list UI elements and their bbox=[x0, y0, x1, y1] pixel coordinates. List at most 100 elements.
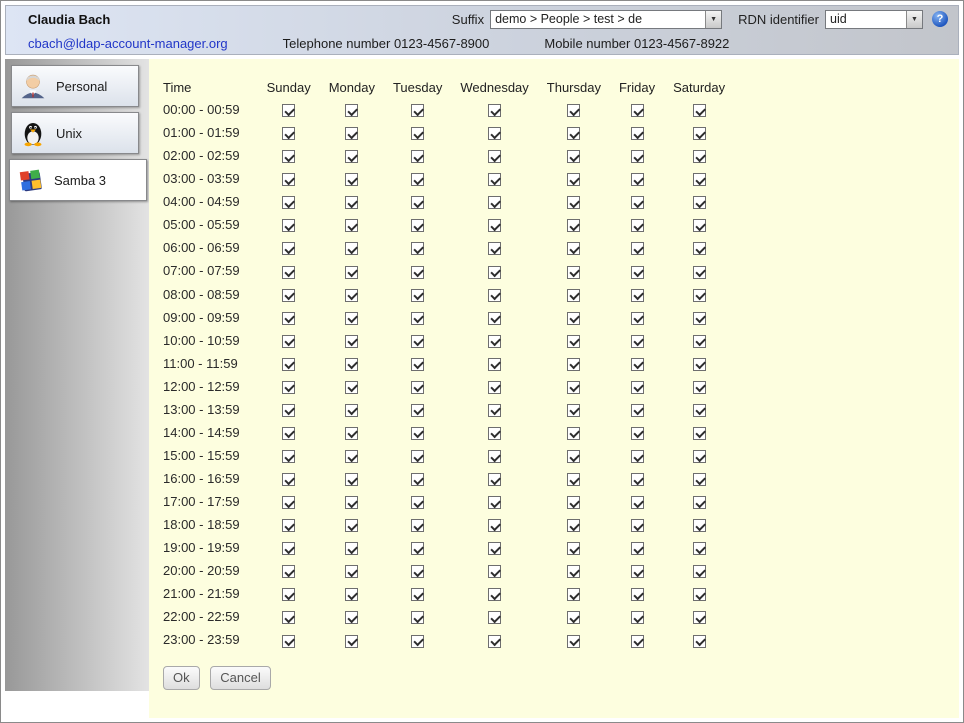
logon-hour-checkbox[interactable] bbox=[567, 404, 580, 417]
logon-hour-checkbox[interactable] bbox=[345, 312, 358, 325]
rdn-identifier-select[interactable]: uid ▼ bbox=[825, 10, 923, 29]
logon-hour-checkbox[interactable] bbox=[345, 404, 358, 417]
logon-hour-checkbox[interactable] bbox=[488, 519, 501, 532]
logon-hour-checkbox[interactable] bbox=[282, 404, 295, 417]
help-icon[interactable]: ? bbox=[932, 11, 948, 27]
logon-hour-checkbox[interactable] bbox=[567, 219, 580, 232]
logon-hour-checkbox[interactable] bbox=[488, 127, 501, 140]
logon-hour-checkbox[interactable] bbox=[282, 496, 295, 509]
logon-hour-checkbox[interactable] bbox=[693, 450, 706, 463]
logon-hour-checkbox[interactable] bbox=[693, 173, 706, 186]
logon-hour-checkbox[interactable] bbox=[567, 312, 580, 325]
logon-hour-checkbox[interactable] bbox=[693, 335, 706, 348]
logon-hour-checkbox[interactable] bbox=[567, 519, 580, 532]
logon-hour-checkbox[interactable] bbox=[693, 219, 706, 232]
logon-hour-checkbox[interactable] bbox=[488, 289, 501, 302]
logon-hour-checkbox[interactable] bbox=[411, 473, 424, 486]
logon-hour-checkbox[interactable] bbox=[488, 358, 501, 371]
logon-hour-checkbox[interactable] bbox=[345, 565, 358, 578]
logon-hour-checkbox[interactable] bbox=[282, 150, 295, 163]
logon-hour-checkbox[interactable] bbox=[693, 127, 706, 140]
logon-hour-checkbox[interactable] bbox=[693, 196, 706, 209]
logon-hour-checkbox[interactable] bbox=[693, 358, 706, 371]
logon-hour-checkbox[interactable] bbox=[411, 312, 424, 325]
logon-hour-checkbox[interactable] bbox=[693, 542, 706, 555]
logon-hour-checkbox[interactable] bbox=[631, 381, 644, 394]
logon-hour-checkbox[interactable] bbox=[282, 358, 295, 371]
logon-hour-checkbox[interactable] bbox=[693, 381, 706, 394]
logon-hour-checkbox[interactable] bbox=[282, 127, 295, 140]
logon-hour-checkbox[interactable] bbox=[345, 542, 358, 555]
logon-hour-checkbox[interactable] bbox=[411, 381, 424, 394]
logon-hour-checkbox[interactable] bbox=[345, 496, 358, 509]
logon-hour-checkbox[interactable] bbox=[345, 196, 358, 209]
logon-hour-checkbox[interactable] bbox=[631, 404, 644, 417]
logon-hour-checkbox[interactable] bbox=[631, 173, 644, 186]
logon-hour-checkbox[interactable] bbox=[693, 104, 706, 117]
logon-hour-checkbox[interactable] bbox=[631, 427, 644, 440]
logon-hour-checkbox[interactable] bbox=[567, 358, 580, 371]
logon-hour-checkbox[interactable] bbox=[631, 312, 644, 325]
logon-hour-checkbox[interactable] bbox=[411, 427, 424, 440]
logon-hour-checkbox[interactable] bbox=[567, 266, 580, 279]
logon-hour-checkbox[interactable] bbox=[488, 565, 501, 578]
logon-hour-checkbox[interactable] bbox=[282, 427, 295, 440]
tab-unix[interactable]: Unix bbox=[11, 112, 139, 154]
logon-hour-checkbox[interactable] bbox=[345, 219, 358, 232]
logon-hour-checkbox[interactable] bbox=[411, 358, 424, 371]
logon-hour-checkbox[interactable] bbox=[567, 381, 580, 394]
logon-hour-checkbox[interactable] bbox=[345, 519, 358, 532]
logon-hour-checkbox[interactable] bbox=[567, 196, 580, 209]
logon-hour-checkbox[interactable] bbox=[631, 588, 644, 601]
logon-hour-checkbox[interactable] bbox=[282, 588, 295, 601]
logon-hour-checkbox[interactable] bbox=[488, 173, 501, 186]
logon-hour-checkbox[interactable] bbox=[411, 266, 424, 279]
logon-hour-checkbox[interactable] bbox=[282, 519, 295, 532]
logon-hour-checkbox[interactable] bbox=[631, 611, 644, 624]
logon-hour-checkbox[interactable] bbox=[411, 104, 424, 117]
logon-hour-checkbox[interactable] bbox=[345, 289, 358, 302]
logon-hour-checkbox[interactable] bbox=[488, 242, 501, 255]
logon-hour-checkbox[interactable] bbox=[488, 496, 501, 509]
logon-hour-checkbox[interactable] bbox=[282, 450, 295, 463]
logon-hour-checkbox[interactable] bbox=[282, 473, 295, 486]
logon-hour-checkbox[interactable] bbox=[567, 427, 580, 440]
logon-hour-checkbox[interactable] bbox=[282, 635, 295, 648]
logon-hour-checkbox[interactable] bbox=[693, 635, 706, 648]
logon-hour-checkbox[interactable] bbox=[567, 173, 580, 186]
cancel-button[interactable]: Cancel bbox=[210, 666, 270, 690]
logon-hour-checkbox[interactable] bbox=[567, 150, 580, 163]
logon-hour-checkbox[interactable] bbox=[345, 358, 358, 371]
logon-hour-checkbox[interactable] bbox=[631, 150, 644, 163]
logon-hour-checkbox[interactable] bbox=[282, 381, 295, 394]
ok-button[interactable]: Ok bbox=[163, 666, 200, 690]
logon-hour-checkbox[interactable] bbox=[345, 173, 358, 186]
logon-hour-checkbox[interactable] bbox=[411, 150, 424, 163]
logon-hour-checkbox[interactable] bbox=[631, 496, 644, 509]
logon-hour-checkbox[interactable] bbox=[411, 635, 424, 648]
logon-hour-checkbox[interactable] bbox=[567, 635, 580, 648]
suffix-select[interactable]: demo > People > test > de ▼ bbox=[490, 10, 722, 29]
logon-hour-checkbox[interactable] bbox=[567, 588, 580, 601]
logon-hour-checkbox[interactable] bbox=[567, 127, 580, 140]
logon-hour-checkbox[interactable] bbox=[282, 173, 295, 186]
logon-hour-checkbox[interactable] bbox=[282, 611, 295, 624]
logon-hour-checkbox[interactable] bbox=[567, 565, 580, 578]
logon-hour-checkbox[interactable] bbox=[411, 173, 424, 186]
logon-hour-checkbox[interactable] bbox=[345, 335, 358, 348]
logon-hour-checkbox[interactable] bbox=[488, 335, 501, 348]
logon-hour-checkbox[interactable] bbox=[693, 312, 706, 325]
logon-hour-checkbox[interactable] bbox=[488, 635, 501, 648]
logon-hour-checkbox[interactable] bbox=[567, 496, 580, 509]
logon-hour-checkbox[interactable] bbox=[488, 150, 501, 163]
logon-hour-checkbox[interactable] bbox=[345, 104, 358, 117]
logon-hour-checkbox[interactable] bbox=[345, 127, 358, 140]
logon-hour-checkbox[interactable] bbox=[411, 196, 424, 209]
logon-hour-checkbox[interactable] bbox=[631, 635, 644, 648]
logon-hour-checkbox[interactable] bbox=[488, 542, 501, 555]
logon-hour-checkbox[interactable] bbox=[411, 565, 424, 578]
logon-hour-checkbox[interactable] bbox=[488, 104, 501, 117]
logon-hour-checkbox[interactable] bbox=[488, 473, 501, 486]
tab-personal[interactable]: Personal bbox=[11, 65, 139, 107]
logon-hour-checkbox[interactable] bbox=[488, 611, 501, 624]
